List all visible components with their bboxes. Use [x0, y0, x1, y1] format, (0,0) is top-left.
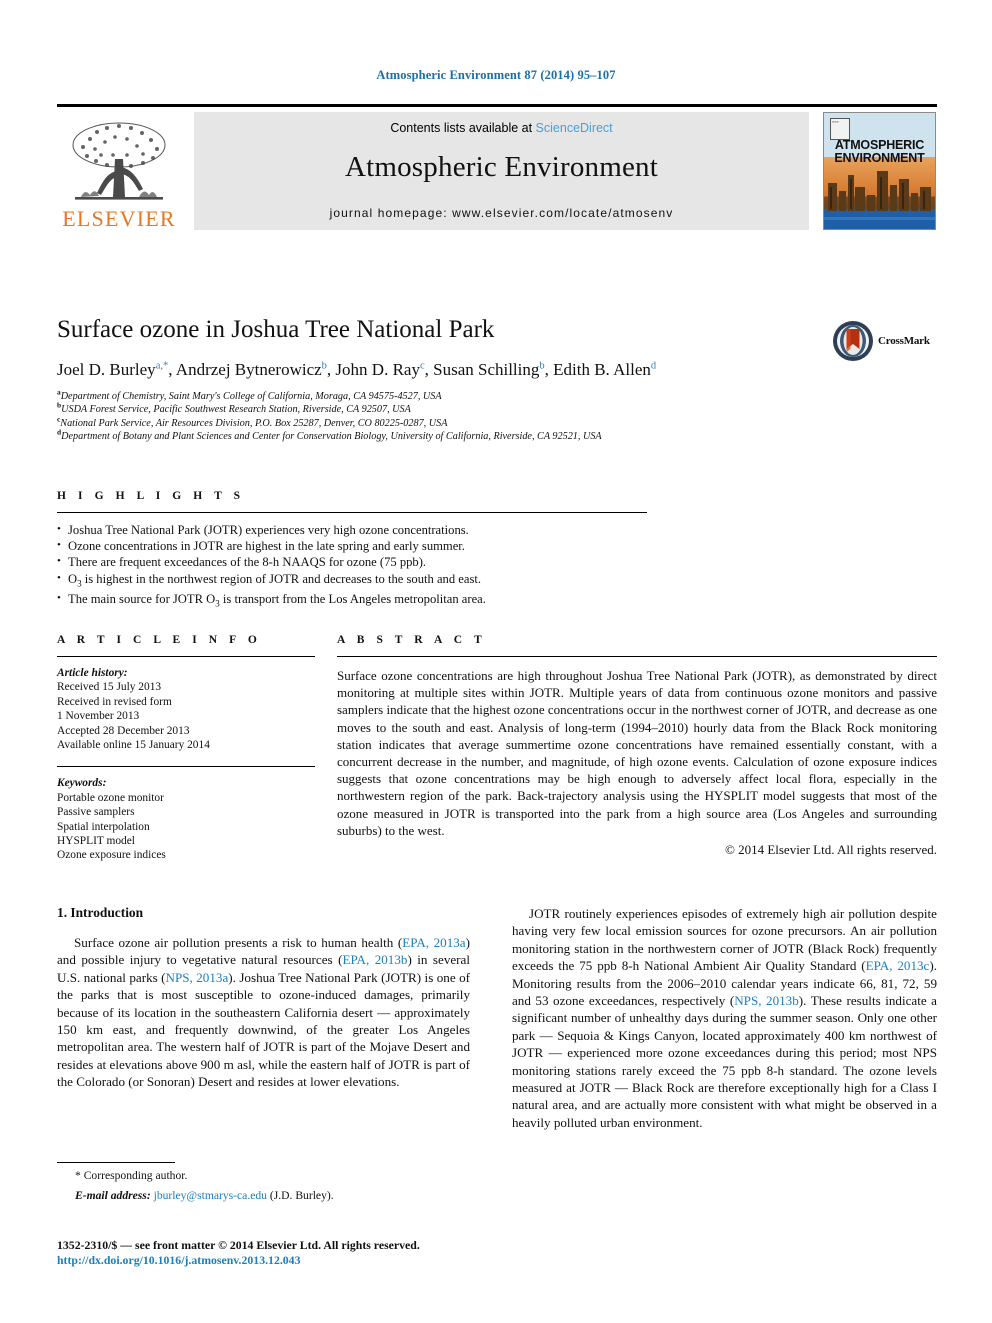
affiliation-item: cNational Park Service, Air Resources Di… — [57, 414, 448, 429]
abstract-text: Surface ozone concentrations are high th… — [337, 668, 937, 838]
body-column-left: 1. Introduction Surface ozone air pollut… — [57, 905, 470, 1091]
article-info-heading: A R T I C L E I N F O — [57, 634, 262, 646]
page-footer: 1352-2310/$ — see front matter © 2014 El… — [57, 1238, 577, 1268]
running-head: Atmospheric Environment 87 (2014) 95–107 — [376, 68, 616, 82]
citation-link[interactable]: EPA, 2013a — [402, 935, 465, 950]
highlight-item: O3 is highest in the northwest region of… — [57, 570, 647, 592]
citation-link[interactable]: EPA, 2013c — [866, 958, 930, 973]
highlights-list: Joshua Tree National Park (JOTR) experie… — [57, 521, 647, 612]
body-column-right: JOTR routinely experiences episodes of e… — [512, 905, 937, 1131]
article-history-lines: Received 15 July 2013 Received in revised… — [57, 680, 315, 752]
body-columns: 1. Introduction Surface ozone air pollut… — [57, 905, 937, 1195]
affiliation-mark: c — [57, 414, 61, 424]
masthead-center-band: Contents lists available at ScienceDirec… — [194, 112, 809, 230]
abstract-section: A B S T R A C T Surface ozone concentrat… — [337, 634, 937, 858]
article-history-item: 1 November 2013 — [57, 710, 140, 723]
author-affiliation-mark: d — [650, 360, 657, 372]
article-history-item: Received 15 July 2013 — [57, 681, 162, 694]
intro-paragraph-right: JOTR routinely experiences episodes of e… — [512, 906, 937, 1130]
affiliation-mark: d — [57, 427, 62, 437]
doi-link[interactable]: http://dx.doi.org/10.1016/j.atmosenv.201… — [57, 1253, 577, 1268]
email-line: E-mail address: jburley@stmarys-ca.edu (… — [57, 1188, 470, 1203]
page-title: Surface ozone in Joshua Tree National Pa… — [57, 316, 495, 343]
author-name: Edith B. Allen — [553, 360, 651, 379]
cover-skyline-icon — [824, 171, 935, 229]
author-affiliation-mark: b — [539, 360, 545, 372]
abstract-divider — [337, 656, 937, 657]
contents-available-line: Contents lists available at ScienceDirec… — [390, 121, 612, 135]
citation-link[interactable]: NPS, 2013a — [166, 970, 229, 985]
article-info-section: A R T I C L E I N F O Article history: R… — [57, 634, 315, 863]
author-affiliation-mark: a,* — [155, 360, 169, 372]
elsevier-wordmark: ELSEVIER — [62, 206, 176, 231]
highlight-item: Ozone concentrations in JOTR are highest… — [57, 537, 647, 554]
journal-article-page: Atmospheric Environment 87 (2014) 95–107 — [0, 0, 992, 1323]
keyword-item: HYSPLIT model — [57, 835, 135, 848]
affiliation-list: aDepartment of Chemistry, Saint Mary's C… — [57, 387, 857, 444]
highlights-divider — [57, 512, 647, 513]
author-name: Joel D. Burley — [57, 360, 156, 379]
highlight-item: Joshua Tree National Park (JOTR) experie… — [57, 521, 647, 538]
citation-link[interactable]: EPA, 2013b — [342, 952, 407, 967]
masthead-top-rule — [57, 104, 937, 107]
keywords-divider — [57, 766, 315, 768]
article-history-block: Article history: Received 15 July 2013 Re… — [57, 666, 315, 752]
author-list: Joel D. Burleya,*, Andrzej Bytnerowiczb,… — [57, 360, 657, 379]
abstract-copyright: © 2014 Elsevier Ltd. All rights reserved… — [724, 842, 937, 858]
highlights-section: H I G H L I G H T S Joshua Tree National… — [57, 490, 647, 612]
article-history-item: Accepted 28 December 2013 — [57, 724, 190, 737]
author-affiliation-mark: c — [419, 360, 425, 372]
email-link[interactable]: jburley@stmarys-ca.edu — [154, 1189, 267, 1202]
corresponding-author-line: * Corresponding author. — [75, 1169, 188, 1182]
author-name: John D. Ray — [335, 360, 420, 379]
journal-homepage-link[interactable]: journal homepage: www.elsevier.com/locat… — [330, 206, 674, 220]
sciencedirect-link[interactable]: ScienceDirect — [536, 121, 613, 135]
journal-masthead: ELSEVIER Contents lists available at Sci… — [57, 104, 937, 232]
corresponding-author-footnote: * Corresponding author. E-mail address: … — [57, 1162, 470, 1203]
article-history-label: Article history: — [57, 667, 128, 679]
affiliation-mark: b — [57, 401, 62, 411]
intro-paragraph-left: Surface ozone air pollution presents a r… — [57, 935, 470, 1090]
abstract-heading: A B S T R A C T — [337, 634, 487, 646]
keywords-label: Keywords: — [57, 777, 107, 790]
article-history-item: Available online 15 January 2014 — [57, 739, 210, 752]
section-heading-introduction: 1. Introduction — [57, 905, 144, 920]
keyword-item: Passive samplers — [57, 806, 135, 819]
highlights-heading: H I G H L I G H T S — [57, 490, 245, 502]
author-name: Susan Schilling — [433, 360, 540, 379]
elsevier-tree-icon — [72, 122, 166, 200]
article-info-divider — [57, 656, 315, 657]
affiliation-item: dDepartment of Botany and Plant Sciences… — [57, 427, 602, 443]
highlight-item: The main source for JOTR O3 is transport… — [57, 590, 647, 612]
elsevier-logo: ELSEVIER — [59, 112, 179, 230]
author-affiliation-mark: b — [321, 360, 327, 372]
citation-link[interactable]: NPS, 2013b — [734, 993, 799, 1008]
email-label: E-mail address: — [75, 1189, 151, 1202]
cover-corner-tag-icon: ≡≡≡ — [830, 118, 850, 140]
journal-title: Atmospheric Environment — [344, 151, 659, 183]
highlight-item: There are frequent exceedances of the 8-… — [57, 553, 647, 570]
author-name: Andrzej Bytnerowicz — [175, 360, 322, 379]
footnote-rule — [57, 1162, 175, 1163]
email-owner: (J.D. Burley). — [269, 1189, 334, 1202]
keyword-item: Ozone exposure indices — [57, 849, 166, 862]
affiliation-item: aDepartment of Chemistry, Saint Mary's C… — [57, 387, 442, 402]
journal-cover-thumbnail: ≡≡≡ ATMOSPHERIC ENVIRONMENT — [823, 112, 936, 230]
keywords-lines: Portable ozone monitor Passive samplers Sp… — [57, 791, 315, 863]
article-title-block: Surface ozone in Joshua Tree National Pa… — [57, 315, 937, 444]
affiliation-mark: a — [57, 387, 61, 397]
article-history-item: Received in revised form — [57, 695, 172, 708]
contents-prefix-text: Contents lists available at — [390, 121, 536, 135]
keywords-block: Keywords: Portable ozone monitor Passive … — [57, 776, 315, 862]
keyword-item: Spatial interpolation — [57, 820, 150, 833]
issn-line: 1352-2310/$ — see front matter © 2014 El… — [57, 1238, 420, 1252]
keyword-item: Portable ozone monitor — [57, 791, 164, 804]
affiliation-item: bUSDA Forest Service, Pacific Southwest … — [57, 401, 411, 416]
